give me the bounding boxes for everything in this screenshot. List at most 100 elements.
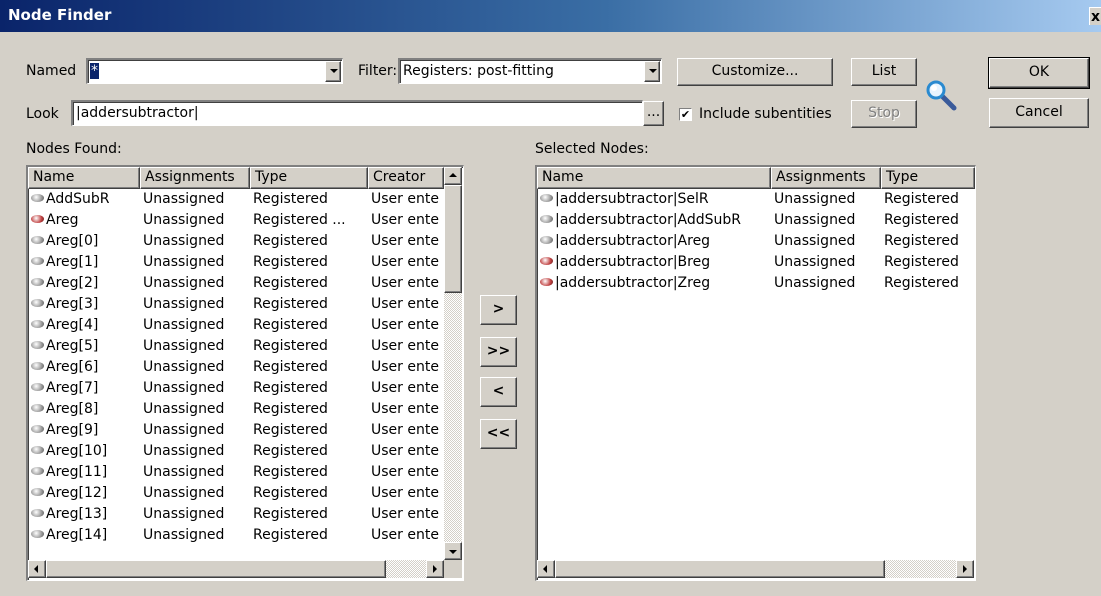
cell-text: |addersubtractor|AddSubR <box>555 212 742 228</box>
cell-text: AddSubR <box>46 191 110 207</box>
list-button[interactable]: List <box>851 58 917 86</box>
customize-button[interactable]: Customize... <box>677 58 833 86</box>
column-header-creator[interactable]: Creator <box>368 167 444 189</box>
column-header-assignments[interactable]: Assignments <box>771 167 881 189</box>
column-header-type[interactable]: Type <box>250 167 368 189</box>
cancel-button[interactable]: Cancel <box>989 98 1089 128</box>
selected-nodes-hscrollbar[interactable] <box>537 560 974 578</box>
remove-selected-button[interactable]: < <box>480 377 517 407</box>
register-node-icon <box>31 509 44 517</box>
cell-text: Registered <box>884 191 959 207</box>
remove-all-button[interactable]: << <box>480 419 517 449</box>
table-row[interactable]: Areg[8] Unassigned Registered User ente <box>28 399 463 420</box>
cell-text: User ente <box>371 275 439 291</box>
table-cell: Unassigned <box>140 378 250 399</box>
table-cell: Registered ... <box>250 210 368 231</box>
table-row[interactable]: Areg[12] Unassigned Registered User ente <box>28 483 463 504</box>
table-row[interactable]: Areg[7] Unassigned Registered User ente <box>28 378 463 399</box>
table-row[interactable]: Areg Unassigned Registered ... User ente <box>28 210 463 231</box>
close-button[interactable]: x <box>1089 7 1101 25</box>
scroll-left-button[interactable] <box>28 560 46 578</box>
scroll-right-button[interactable] <box>426 560 444 578</box>
nodes-found-list[interactable]: Name Assignments Type Creator AddSubR Una… <box>26 165 464 581</box>
table-cell: Registered <box>250 336 368 357</box>
selected-nodes-list[interactable]: Name Assignments Type |addersubtractor|S… <box>535 165 976 581</box>
cell-text: Unassigned <box>774 191 856 207</box>
chevron-down-icon <box>330 69 338 73</box>
table-cell: |addersubtractor|SelR <box>537 189 771 210</box>
window-title: Node Finder <box>8 6 112 24</box>
table-cell: User ente <box>368 441 444 462</box>
add-selected-button[interactable]: > <box>480 295 517 325</box>
table-row[interactable]: Areg[4] Unassigned Registered User ente <box>28 315 463 336</box>
table-cell: Unassigned <box>771 189 881 210</box>
column-header-type[interactable]: Type <box>881 167 975 189</box>
cell-text: Areg[0] <box>46 233 99 249</box>
include-subentities-checkbox[interactable]: ✔ <box>679 108 692 121</box>
column-header-name[interactable]: Name <box>537 167 771 189</box>
table-row[interactable]: |addersubtractor|AddSubR Unassigned Regist… <box>537 210 975 231</box>
table-cell: Registered <box>250 315 368 336</box>
table-row[interactable]: Areg[9] Unassigned Registered User ente <box>28 420 463 441</box>
table-row[interactable]: Areg[5] Unassigned Registered User ente <box>28 336 463 357</box>
stop-button[interactable]: Stop <box>851 100 917 128</box>
filter-dropdown-button[interactable] <box>644 61 660 82</box>
table-cell: |addersubtractor|Zreg <box>537 273 771 294</box>
cell-text: |addersubtractor|Zreg <box>555 275 711 291</box>
table-cell: Unassigned <box>771 252 881 273</box>
table-cell: User ente <box>368 525 444 546</box>
register-node-icon <box>540 215 553 223</box>
table-row[interactable]: |addersubtractor|Zreg Unassigned Registere… <box>537 273 975 294</box>
cell-text: Registered <box>884 254 959 270</box>
table-cell: Registered <box>881 231 975 252</box>
column-header-assignments[interactable]: Assignments <box>140 167 250 189</box>
table-cell: Areg[10] <box>28 441 140 462</box>
table-row[interactable]: Areg[3] Unassigned Registered User ente <box>28 294 463 315</box>
table-row[interactable]: |addersubtractor|SelR Unassigned Registere… <box>537 189 975 210</box>
scroll-thumb[interactable] <box>555 560 885 578</box>
table-row[interactable]: Areg[11] Unassigned Registered User ente <box>28 462 463 483</box>
nodes-found-vscrollbar[interactable] <box>444 167 462 560</box>
table-cell: User ente <box>368 231 444 252</box>
table-row[interactable]: Areg[6] Unassigned Registered User ente <box>28 357 463 378</box>
ok-button[interactable]: OK <box>989 58 1089 88</box>
table-cell: Areg[9] <box>28 420 140 441</box>
table-row[interactable]: Areg[0] Unassigned Registered User ente <box>28 231 463 252</box>
filter-combobox[interactable]: Registers: post-fitting <box>398 58 662 84</box>
named-combobox[interactable]: * <box>86 58 343 84</box>
table-row[interactable]: Areg[2] Unassigned Registered User ente <box>28 273 463 294</box>
table-row[interactable]: Areg[1] Unassigned Registered User ente <box>28 252 463 273</box>
cell-text: Unassigned <box>143 338 225 354</box>
cell-text: User ente <box>371 212 439 228</box>
scroll-thumb[interactable] <box>444 185 462 293</box>
look-browse-button[interactable]: ... <box>643 101 664 126</box>
table-cell: Areg[11] <box>28 462 140 483</box>
selected-nodes-rows: |addersubtractor|SelR Unassigned Registere… <box>537 189 975 294</box>
cell-text: Areg[9] <box>46 422 99 438</box>
table-row[interactable]: Areg[14] Unassigned Registered User ente <box>28 525 463 546</box>
cell-text: Unassigned <box>143 275 225 291</box>
scroll-right-button[interactable] <box>956 560 974 578</box>
scroll-thumb[interactable] <box>46 560 386 578</box>
table-row[interactable]: |addersubtractor|Areg Unassigned Registere… <box>537 231 975 252</box>
scroll-down-button[interactable] <box>444 542 462 560</box>
table-cell: Areg[0] <box>28 231 140 252</box>
table-cell: Unassigned <box>140 399 250 420</box>
column-header-name[interactable]: Name <box>28 167 140 189</box>
named-dropdown-button[interactable] <box>325 61 341 82</box>
table-row[interactable]: Areg[10] Unassigned Registered User ente <box>28 441 463 462</box>
look-input[interactable]: |addersubtractor| <box>71 100 643 126</box>
table-cell: Unassigned <box>140 294 250 315</box>
table-cell: User ente <box>368 273 444 294</box>
table-row[interactable]: Areg[13] Unassigned Registered User ente <box>28 504 463 525</box>
table-cell: Areg[12] <box>28 483 140 504</box>
table-row[interactable]: |addersubtractor|Breg Unassigned Registere… <box>537 252 975 273</box>
nodes-found-hscrollbar[interactable] <box>28 560 444 578</box>
filter-value: Registers: post-fitting <box>403 63 554 79</box>
scroll-left-button[interactable] <box>537 560 555 578</box>
add-all-button[interactable]: >> <box>480 337 517 367</box>
cell-text: Unassigned <box>143 401 225 417</box>
table-row[interactable]: AddSubR Unassigned Registered User ente <box>28 189 463 210</box>
scroll-up-button[interactable] <box>444 167 462 185</box>
nodes-found-rows: AddSubR Unassigned Registered User ente Areg… <box>28 189 463 546</box>
